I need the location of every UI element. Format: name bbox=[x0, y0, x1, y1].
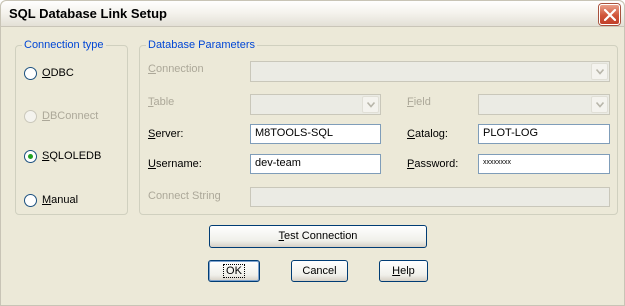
help-button[interactable]: Help bbox=[379, 260, 428, 282]
field-combobox bbox=[478, 94, 610, 115]
server-input[interactable]: M8TOOLS-SQL bbox=[250, 124, 381, 144]
connection-type-group: Connection type ODBC DBConnect SQLOLEDB … bbox=[15, 39, 128, 215]
radio-odbc-label: ODBC bbox=[42, 67, 74, 79]
password-label: Password: bbox=[407, 158, 459, 170]
chevron-down-icon bbox=[596, 69, 604, 75]
radio-circle[interactable] bbox=[24, 194, 37, 207]
connect-string-input bbox=[250, 187, 610, 207]
catalog-input[interactable]: PLOT-LOG bbox=[478, 124, 610, 144]
chevron-down-icon bbox=[367, 102, 375, 108]
username-input[interactable]: dev-team bbox=[250, 154, 381, 174]
close-icon bbox=[604, 9, 616, 21]
dropdown-arrow bbox=[362, 96, 379, 113]
connection-combobox bbox=[250, 61, 610, 82]
database-parameters-legend: Database Parameters bbox=[146, 39, 257, 51]
window-title: SQL Database Link Setup bbox=[9, 6, 167, 21]
radio-circle-selected[interactable] bbox=[24, 150, 37, 163]
title-bar[interactable]: SQL Database Link Setup bbox=[1, 1, 624, 27]
close-button[interactable] bbox=[599, 4, 620, 25]
connect-string-label: Connect String bbox=[148, 190, 221, 202]
radio-manual-label: Manual bbox=[42, 194, 79, 206]
cancel-button[interactable]: Cancel bbox=[291, 260, 348, 282]
field-label: Field bbox=[407, 96, 431, 108]
radio-circle bbox=[24, 110, 37, 123]
password-input[interactable]: xxxxxxxx bbox=[478, 154, 610, 174]
chevron-down-icon bbox=[596, 102, 604, 108]
server-label: Server: bbox=[148, 128, 184, 140]
username-label: Username: bbox=[148, 158, 202, 170]
radio-dbconnect-label: DBConnect bbox=[42, 110, 99, 122]
radio-selected-dot bbox=[28, 154, 33, 159]
ok-button[interactable]: OK bbox=[208, 260, 260, 282]
test-connection-button[interactable]: Test Connection bbox=[209, 225, 427, 248]
connection-type-legend: Connection type bbox=[22, 39, 106, 51]
table-combobox bbox=[250, 94, 381, 115]
dropdown-arrow bbox=[591, 63, 608, 80]
table-label: Table bbox=[148, 96, 175, 108]
connection-label: Connection bbox=[148, 63, 204, 75]
radio-circle[interactable] bbox=[24, 67, 37, 80]
radio-sqloledb-label: SQLOLEDB bbox=[42, 150, 102, 162]
dropdown-arrow bbox=[591, 96, 608, 113]
catalog-label: Catalog: bbox=[407, 128, 448, 140]
dialog-window: SQL Database Link Setup Connection type … bbox=[0, 0, 625, 306]
